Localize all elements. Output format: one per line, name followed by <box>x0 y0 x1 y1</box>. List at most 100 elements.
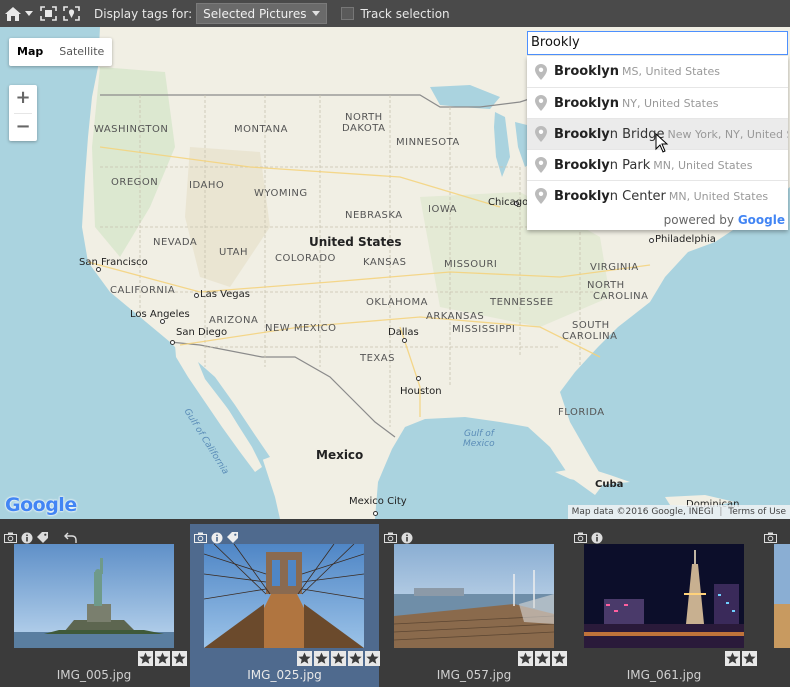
map-data-text: Map data ©2016 Google, INEGI <box>571 507 714 517</box>
star-icon[interactable] <box>348 651 363 666</box>
map-label-state: OKLAHOMA <box>366 297 428 308</box>
map-label-state: NEVADA <box>153 237 198 248</box>
info-icon[interactable] <box>590 531 603 544</box>
suggestion-match: Brookly <box>554 157 610 173</box>
thumbnail-card[interactable]: IMG_061.jpg <box>570 524 758 687</box>
star-icon[interactable] <box>155 651 170 666</box>
star-rating[interactable] <box>138 651 187 666</box>
display-tags-select[interactable]: Selected Pictures <box>196 3 328 24</box>
map-label-state: MINNESOTA <box>396 137 460 148</box>
undo-icon[interactable] <box>64 531 77 544</box>
map-label-state: MONTANA <box>234 124 288 135</box>
star-rating[interactable] <box>725 651 757 666</box>
map-label-state: IDAHO <box>189 180 225 191</box>
city-marker <box>416 376 421 381</box>
photo-thumbnail-partial[interactable] <box>774 544 790 648</box>
thumbnail-filename: IMG_057.jpg <box>436 668 512 682</box>
terms-of-use-link[interactable]: Terms of Use <box>728 507 786 517</box>
home-icon[interactable] <box>4 0 22 27</box>
photo-thumbnail-las-vegas[interactable] <box>584 544 744 648</box>
map-label-state: ARKANSAS <box>426 311 485 322</box>
suggestion-item[interactable]: Brookly n Park MN, United States <box>527 149 788 180</box>
star-rating[interactable] <box>297 651 380 666</box>
map-pin-icon <box>535 157 547 173</box>
thumbnail-card-selected[interactable]: IMG_025.jpg <box>190 524 380 687</box>
location-search-input[interactable]: Brookly <box>527 31 788 55</box>
zoom-out-button[interactable]: − <box>9 114 37 142</box>
info-icon[interactable] <box>20 531 33 544</box>
city-label: San Francisco <box>79 257 148 268</box>
suggestion-match: Brookly <box>554 95 610 111</box>
tag-icon[interactable] <box>36 531 49 544</box>
thumbnail-filename: IMG_061.jpg <box>626 668 702 682</box>
map-label-state: COLORADO <box>275 253 336 264</box>
track-selection-checkbox[interactable] <box>341 7 355 20</box>
star-icon[interactable] <box>725 651 740 666</box>
suggestion-rest: n <box>609 95 620 111</box>
fit-selection-icon[interactable] <box>40 0 57 27</box>
star-icon[interactable] <box>535 651 550 666</box>
map-label-state: NORTH <box>587 280 625 291</box>
chevron-down-icon[interactable] <box>25 0 33 27</box>
map-pin-icon <box>535 126 547 142</box>
star-icon[interactable] <box>331 651 346 666</box>
star-icon[interactable] <box>297 651 312 666</box>
info-icon[interactable] <box>210 531 223 544</box>
suggestion-item[interactable]: Brookly n NY, United States <box>527 87 788 118</box>
city-marker <box>402 338 407 343</box>
thumbnail-card[interactable]: IMG_057.jpg <box>380 524 568 687</box>
thumbnail-card[interactable]: IMG_005.jpg <box>0 524 188 687</box>
star-icon[interactable] <box>172 651 187 666</box>
camera-icon[interactable] <box>194 531 207 544</box>
camera-icon[interactable] <box>574 531 587 544</box>
map-label-state: ARIZONA <box>209 315 259 326</box>
thumbnail-card-partial[interactable] <box>760 524 790 687</box>
star-icon[interactable] <box>742 651 757 666</box>
star-icon[interactable] <box>138 651 153 666</box>
suggestion-match: Brookly <box>554 126 610 142</box>
city-marker <box>373 511 378 516</box>
suggestion-rest: n Park <box>609 157 651 173</box>
tag-icon[interactable] <box>226 531 239 544</box>
map-label-state: VIRGINIA <box>590 262 639 273</box>
suggestion-item[interactable]: Brookly n MS, United States <box>527 56 788 87</box>
map-label-state: CALIFORNIA <box>110 285 176 296</box>
water-label: Gulf of <box>464 429 494 439</box>
map-label-state: TENNESSEE <box>490 297 554 308</box>
photo-thumbnail-brooklyn-bridge[interactable] <box>204 544 364 648</box>
city-label: Philadelphia <box>655 234 716 245</box>
locate-icon[interactable] <box>63 0 80 27</box>
star-icon[interactable] <box>518 651 533 666</box>
star-icon[interactable] <box>552 651 567 666</box>
map-label-state: TEXAS <box>360 353 395 364</box>
country-label: United States <box>309 235 402 249</box>
track-selection-label[interactable]: Track selection <box>360 7 449 21</box>
suggestion-secondary: New York, NY, United Sta... <box>667 127 788 141</box>
dropdown-caret-icon <box>312 11 321 16</box>
suggestion-match: Brookly <box>554 64 610 79</box>
map-label-state: OREGON <box>111 177 159 188</box>
city-label: Las Vegas <box>200 289 250 300</box>
display-tags-value: Selected Pictures <box>203 6 307 21</box>
star-rating[interactable] <box>518 651 567 666</box>
suggestion-item[interactable]: Brookly n Center MN, United States <box>527 180 788 211</box>
map-label-state: CAROLINA <box>562 331 618 342</box>
camera-icon[interactable] <box>764 531 777 544</box>
map-type-satellite-button[interactable]: Satellite <box>51 38 112 66</box>
suggestion-secondary: MS, United States <box>622 65 720 78</box>
map-type-map-button[interactable]: Map <box>9 38 51 66</box>
map-view[interactable]: WASHINGTON MONTANA NORTH DAKOTA MINNESOT… <box>0 27 790 519</box>
map-label-state: MISSOURI <box>444 259 498 270</box>
camera-icon[interactable] <box>4 531 17 544</box>
star-icon[interactable] <box>314 651 329 666</box>
photo-thumbnail-pier[interactable] <box>394 544 554 648</box>
camera-icon[interactable] <box>384 531 397 544</box>
info-icon[interactable] <box>400 531 413 544</box>
powered-by-google: powered by Google <box>664 213 785 227</box>
star-icon[interactable] <box>365 651 380 666</box>
photo-thumbnail-statue-of-liberty[interactable] <box>14 544 174 648</box>
map-label-state: MISSISSIPPI <box>452 324 516 335</box>
map-label-state: NORTH <box>345 112 383 123</box>
country-label: Cuba <box>595 479 624 490</box>
zoom-in-button[interactable]: + <box>9 85 37 113</box>
